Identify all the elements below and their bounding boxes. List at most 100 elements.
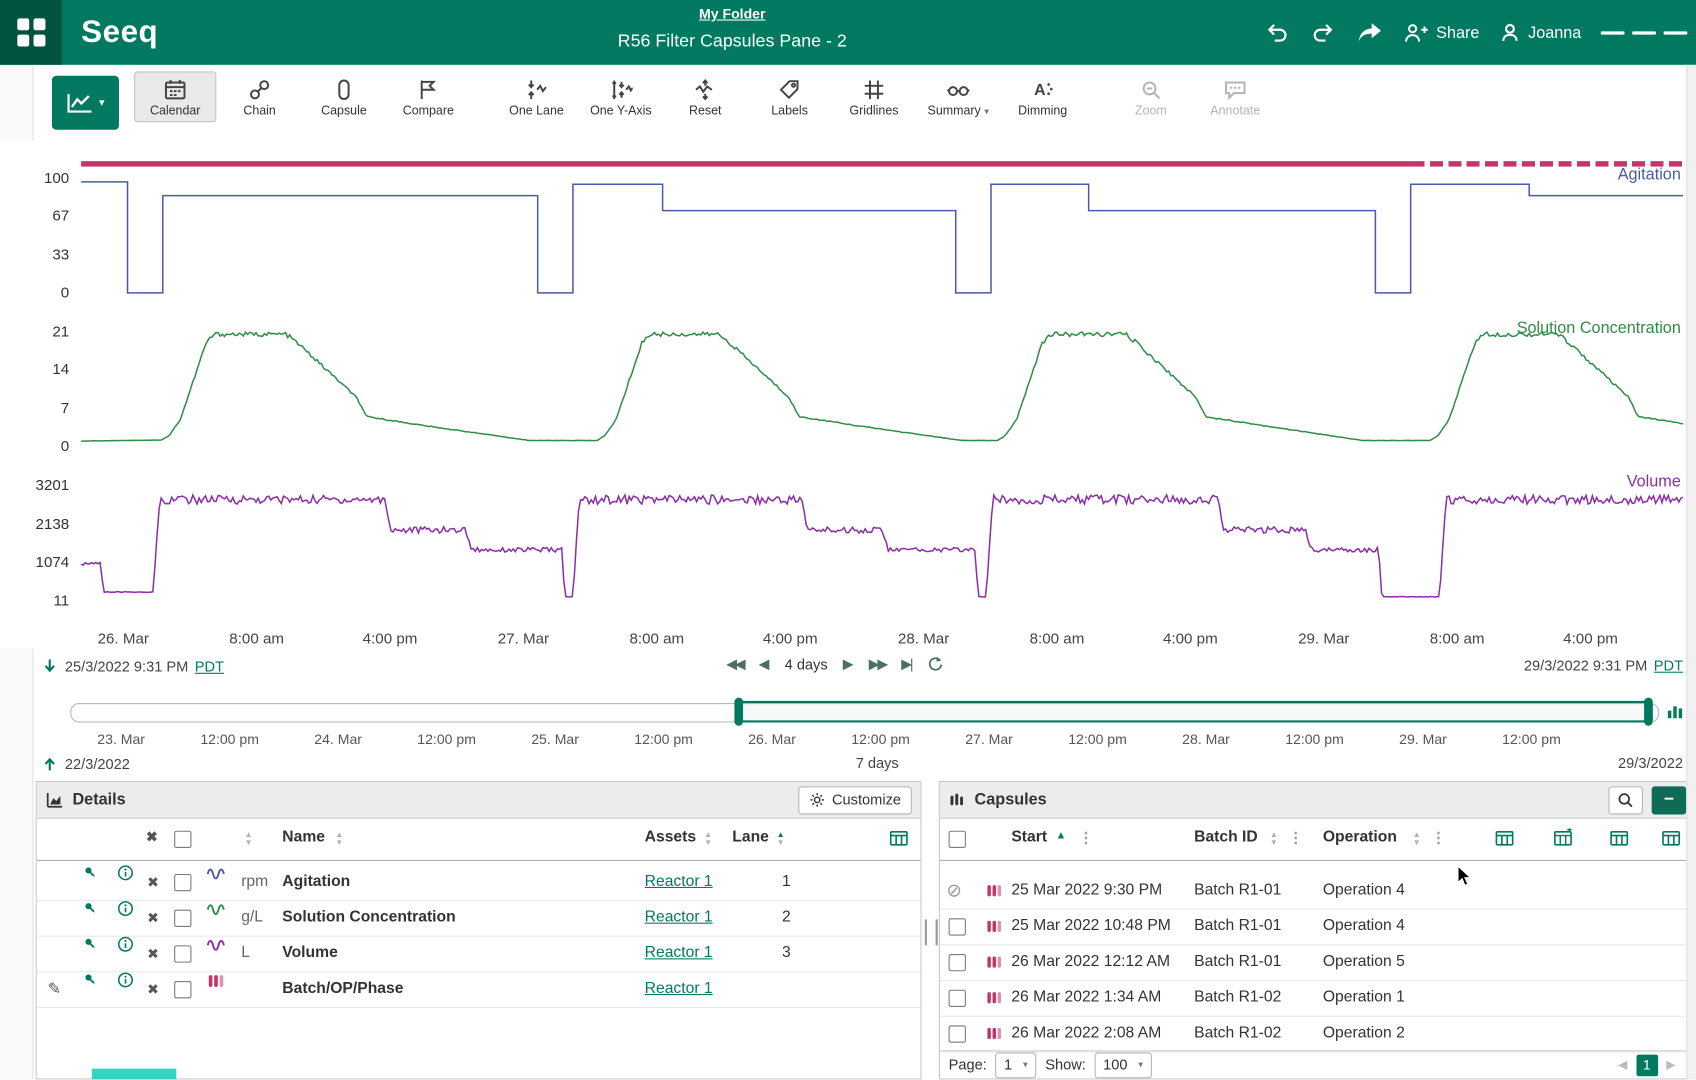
column-header-batch-id[interactable]: Batch ID bbox=[1194, 829, 1258, 846]
apps-grid-button[interactable] bbox=[0, 0, 62, 65]
add-condition-column-icon[interactable] bbox=[1608, 829, 1630, 848]
capsule-checkbox[interactable] bbox=[949, 990, 966, 1007]
capsule-row[interactable]: ⊘ 25 Mar 2022 9:30 PM Batch R1-01 Operat… bbox=[940, 873, 1695, 910]
column-header-start[interactable]: Start bbox=[1011, 829, 1047, 846]
capsule-row[interactable]: 26 Mar 2022 1:34 AM Batch R1-02 Operatio… bbox=[940, 980, 1695, 1017]
toolbar-button-chain[interactable]: Chain bbox=[218, 71, 300, 122]
prev-page-icon[interactable]: ◀ bbox=[1618, 1058, 1627, 1072]
select-all-capsules-checkbox[interactable] bbox=[949, 831, 966, 848]
user-menu[interactable]: Joanna bbox=[1499, 22, 1581, 44]
details-row-agitation[interactable]: ✖ rpm Agitation Reactor 1 1 bbox=[37, 864, 921, 901]
column-menu-icon[interactable]: ⋮ bbox=[1431, 829, 1446, 847]
current-page[interactable]: 1 bbox=[1636, 1054, 1658, 1076]
pin-icon[interactable] bbox=[82, 864, 99, 881]
select-all-checkbox[interactable] bbox=[174, 831, 191, 848]
add-properties-column-icon[interactable] bbox=[1494, 829, 1516, 848]
zoom-to-fit-icon[interactable] bbox=[1666, 702, 1685, 721]
sort-asc-icon[interactable]: ▲ bbox=[1056, 830, 1067, 842]
toolbar-button-compare[interactable]: Compare bbox=[387, 71, 469, 122]
column-menu-icon[interactable]: ⋮ bbox=[1078, 829, 1093, 847]
add-stat-column-icon[interactable] bbox=[1660, 829, 1682, 848]
forward-share-icon[interactable] bbox=[1355, 19, 1383, 45]
sort-icon-assets[interactable]: ▲▼ bbox=[704, 832, 712, 846]
sort-icon-lane[interactable]: ▲▼ bbox=[777, 832, 785, 846]
info-icon[interactable] bbox=[117, 900, 134, 917]
info-icon[interactable] bbox=[117, 864, 134, 881]
scrubber-selected-window[interactable] bbox=[739, 701, 1653, 723]
sort-icon[interactable]: ▲▼ bbox=[244, 832, 252, 846]
details-row-batch-op-phase[interactable]: ✎ ✖ Batch/OP/Phase Reactor 1 bbox=[37, 971, 921, 1008]
column-header-operation[interactable]: Operation bbox=[1323, 829, 1397, 846]
investigate-duration[interactable]: 7 days bbox=[856, 755, 899, 771]
capsule-row[interactable]: 26 Mar 2022 12:12 AM Batch R1-01 Operati… bbox=[940, 944, 1695, 981]
add-signal-column-icon[interactable] bbox=[1552, 829, 1574, 848]
signal-name[interactable]: Volume bbox=[282, 936, 337, 972]
next-page-icon[interactable]: ▶ bbox=[1666, 1058, 1675, 1072]
show-select[interactable]: 100▾ bbox=[1094, 1052, 1151, 1078]
row-checkbox[interactable] bbox=[174, 981, 191, 998]
details-row-solution-concentration[interactable]: ✖ g/L Solution Concentration Reactor 1 2 bbox=[37, 900, 921, 937]
remove-icon[interactable]: ✖ bbox=[147, 971, 159, 1007]
toolbar-button-calendar[interactable]: Calendar bbox=[134, 71, 216, 122]
info-icon[interactable] bbox=[117, 971, 134, 988]
toolbar-button-summary[interactable]: Summary ▾ bbox=[917, 71, 999, 122]
scrubber-right-handle[interactable] bbox=[1644, 698, 1653, 726]
display-pane-type-dropdown[interactable]: ▾ bbox=[52, 76, 119, 130]
toolbar-button-reset[interactable]: Reset bbox=[664, 71, 746, 122]
row-checkbox[interactable] bbox=[174, 945, 191, 962]
toolbar-button-one-y-axis[interactable]: One Y-Axis bbox=[580, 71, 662, 122]
remove-icon[interactable]: ✖ bbox=[147, 900, 159, 936]
pin-icon[interactable] bbox=[82, 936, 99, 953]
panel-splitter-handle[interactable] bbox=[925, 919, 938, 945]
capsules-zoom-button[interactable] bbox=[1608, 786, 1643, 814]
step-back-button[interactable]: ◀ bbox=[759, 655, 770, 672]
pin-icon[interactable] bbox=[82, 900, 99, 917]
pin-icon[interactable] bbox=[82, 971, 99, 988]
edit-icon[interactable]: ✎ bbox=[48, 971, 62, 1007]
step-far-forward-button[interactable]: ▶▶ bbox=[869, 655, 886, 672]
capsule-checkbox[interactable] bbox=[949, 1025, 966, 1042]
capsule-checkbox[interactable] bbox=[949, 954, 966, 971]
remove-icon[interactable]: ✖ bbox=[147, 936, 159, 972]
condition-name[interactable]: Batch/OP/Phase bbox=[282, 971, 403, 1007]
share-button[interactable]: Share bbox=[1403, 22, 1480, 44]
duration-selector[interactable]: 4 days bbox=[785, 656, 828, 672]
timezone-link-end[interactable]: PDT bbox=[1654, 658, 1683, 674]
toolbar-button-labels[interactable]: Labels bbox=[748, 71, 830, 122]
info-icon[interactable] bbox=[117, 936, 134, 953]
signal-name[interactable]: Agitation bbox=[282, 864, 350, 900]
row-checkbox[interactable] bbox=[174, 874, 191, 891]
capsule-row[interactable]: 26 Mar 2022 2:08 AM Batch R1-02 Operatio… bbox=[940, 1016, 1695, 1053]
capsule-row[interactable]: 25 Mar 2022 10:48 PM Batch R1-01 Operati… bbox=[940, 909, 1695, 946]
asset-link[interactable]: Reactor 1 bbox=[645, 936, 713, 972]
asset-link[interactable]: Reactor 1 bbox=[645, 864, 713, 900]
sort-icon-batch[interactable]: ▲▼ bbox=[1270, 832, 1278, 846]
undo-icon[interactable] bbox=[1264, 19, 1290, 45]
toolbar-button-dimming[interactable]: ADimming bbox=[1002, 71, 1084, 122]
customize-button[interactable]: Customize bbox=[798, 786, 911, 814]
auto-update-icon[interactable] bbox=[927, 655, 944, 672]
signal-name[interactable]: Solution Concentration bbox=[282, 900, 455, 936]
remove-all-icon[interactable]: ✖ bbox=[146, 829, 158, 846]
page-select[interactable]: 1▾ bbox=[995, 1052, 1036, 1078]
toolbar-button-capsule[interactable]: Capsule bbox=[303, 71, 385, 122]
table-settings-icon[interactable] bbox=[888, 829, 910, 848]
breadcrumb-my-folder[interactable]: My Folder bbox=[699, 5, 765, 21]
vertical-scrollbar[interactable] bbox=[1686, 65, 1696, 1080]
capsules-collapse-button[interactable]: − bbox=[1652, 786, 1687, 814]
row-checkbox[interactable] bbox=[174, 910, 191, 927]
column-header-name[interactable]: Name bbox=[282, 829, 325, 846]
column-menu-icon[interactable]: ⋮ bbox=[1288, 829, 1303, 847]
asset-link[interactable]: Reactor 1 bbox=[645, 971, 713, 1007]
seeq-logo[interactable]: Seeq bbox=[81, 15, 158, 51]
timezone-link[interactable]: PDT bbox=[195, 658, 224, 674]
trend-chart[interactable]: Agitation 10067330 Solution Concentratio… bbox=[0, 141, 1696, 649]
asset-link[interactable]: Reactor 1 bbox=[645, 900, 713, 936]
toolbar-button-one-lane[interactable]: One Lane bbox=[495, 71, 577, 122]
capsule-checkbox[interactable] bbox=[949, 918, 966, 935]
redo-icon[interactable] bbox=[1310, 19, 1336, 45]
step-forward-button[interactable]: ▶ bbox=[843, 655, 854, 672]
step-to-end-button[interactable]: ▶| bbox=[901, 655, 911, 672]
step-far-back-button[interactable]: ◀◀ bbox=[726, 655, 743, 672]
sort-icon-name[interactable]: ▲▼ bbox=[335, 832, 343, 846]
